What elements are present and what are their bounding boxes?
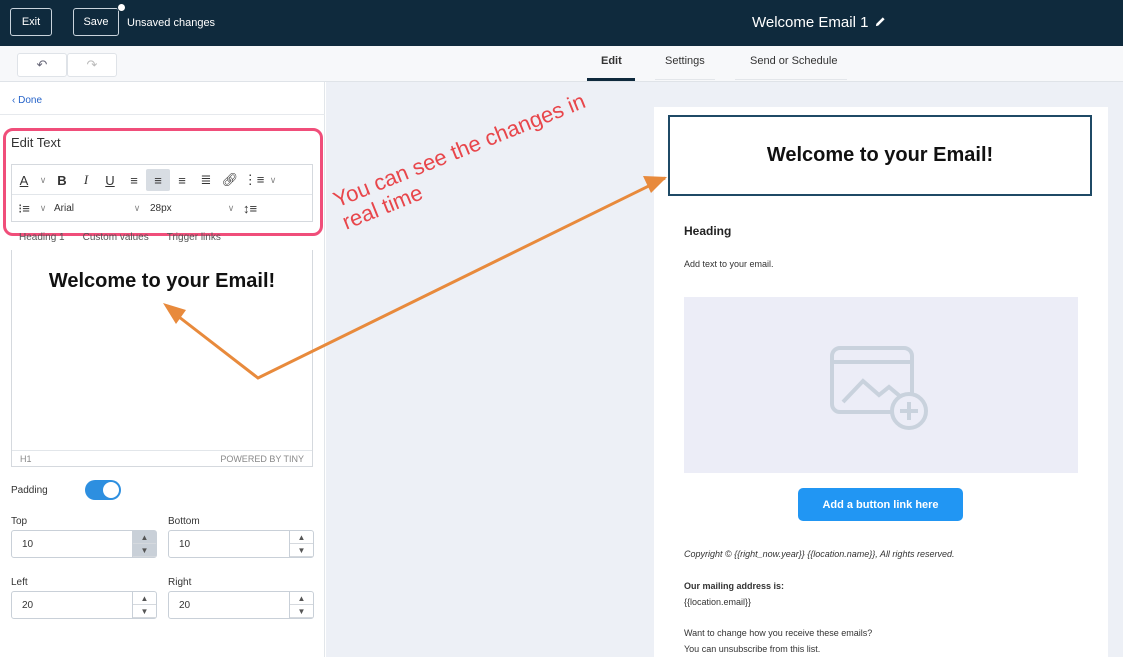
tab-underline bbox=[735, 79, 847, 80]
padding-label: Padding bbox=[11, 485, 48, 496]
chevron-down-icon[interactable]: ▼ bbox=[133, 544, 156, 557]
pencil-icon[interactable] bbox=[875, 14, 886, 31]
change-emails-text: Want to change how you receive these ema… bbox=[684, 628, 873, 638]
done-label: Done bbox=[18, 95, 43, 106]
toolbar-highlight bbox=[3, 128, 323, 236]
editor-menu-row: Heading 1 Custom values Trigger links bbox=[11, 232, 313, 250]
element-path: H1 bbox=[20, 453, 32, 464]
add-image-icon bbox=[830, 346, 928, 430]
email-header-block[interactable]: Welcome to your Email! bbox=[668, 115, 1092, 196]
email-title-text: Welcome Email 1 bbox=[752, 14, 869, 31]
done-link[interactable]: ‹ Done bbox=[12, 95, 42, 106]
padding-top-stepper[interactable]: ▲ ▼ bbox=[132, 531, 156, 557]
format-select[interactable]: Heading 1 bbox=[19, 232, 65, 250]
padding-left-input[interactable]: 20 ▲ ▼ bbox=[11, 591, 157, 619]
undo-button[interactable]: ↶ bbox=[17, 53, 67, 77]
left-panel: ‹ Done Edit Text A ∨ B I U ≡ ≡ ≡ ≣ 🔗︎ ⋮≡… bbox=[0, 82, 325, 657]
chevron-up-icon[interactable]: ▲ bbox=[133, 592, 156, 605]
right-label: Right bbox=[168, 577, 192, 588]
trigger-links-select[interactable]: Trigger links bbox=[167, 232, 221, 250]
email-title[interactable]: Welcome Email 1 bbox=[752, 14, 886, 31]
undo-icon: ↶ bbox=[36, 57, 48, 72]
padding-right-input[interactable]: 20 ▲ ▼ bbox=[168, 591, 314, 619]
tab-underline bbox=[655, 79, 715, 80]
email-heading[interactable]: Heading bbox=[684, 224, 731, 238]
chevron-down-icon[interactable]: ▼ bbox=[290, 544, 313, 557]
redo-button[interactable]: ↷ bbox=[67, 53, 117, 77]
tab-settings[interactable]: Settings bbox=[665, 55, 705, 67]
padding-bottom-value: 10 bbox=[179, 538, 191, 550]
powered-by: POWERED BY TINY bbox=[220, 453, 304, 464]
editor-statusbar: H1 POWERED BY TINY bbox=[12, 450, 312, 466]
copyright-text[interactable]: Copyright © {{right_now.year}} {{locatio… bbox=[684, 549, 954, 559]
padding-top-input[interactable]: 10 ▲ ▼ bbox=[11, 530, 157, 558]
tab-send-or-schedule[interactable]: Send or Schedule bbox=[750, 55, 837, 67]
image-placeholder[interactable] bbox=[684, 297, 1078, 473]
exit-button[interactable]: Exit bbox=[10, 8, 52, 36]
chevron-up-icon[interactable]: ▲ bbox=[290, 531, 313, 544]
save-button[interactable]: Save bbox=[73, 8, 119, 36]
custom-values-select[interactable]: Custom values bbox=[83, 232, 149, 250]
padding-bottom-input[interactable]: 10 ▲ ▼ bbox=[168, 530, 314, 558]
chevron-down-icon[interactable]: ▼ bbox=[290, 605, 313, 618]
tab-edit[interactable]: Edit bbox=[601, 55, 622, 67]
chevron-up-icon[interactable]: ▲ bbox=[133, 531, 156, 544]
padding-right-value: 20 bbox=[179, 599, 191, 611]
redo-icon: ↷ bbox=[86, 57, 98, 72]
divider bbox=[0, 114, 325, 115]
unsubscribe-text[interactable]: You can unsubscribe from this list. bbox=[684, 644, 820, 654]
left-label: Left bbox=[11, 577, 28, 588]
unsaved-status: Unsaved changes bbox=[127, 17, 216, 29]
editor-subbar: ↶ ↷ Edit Settings Send or Schedule bbox=[0, 46, 1123, 82]
padding-left-stepper[interactable]: ▲ ▼ bbox=[132, 592, 156, 618]
padding-top-value: 10 bbox=[22, 538, 34, 550]
rich-text-editor[interactable]: Welcome to your Email! H1 POWERED BY TIN… bbox=[11, 250, 313, 467]
padding-toggle[interactable] bbox=[85, 480, 121, 500]
mailing-address-label: Our mailing address is: bbox=[684, 581, 785, 591]
toggle-knob bbox=[103, 482, 119, 498]
unsaved-dot bbox=[117, 3, 126, 12]
active-tab-indicator bbox=[587, 78, 635, 81]
chevron-up-icon[interactable]: ▲ bbox=[290, 592, 313, 605]
mailing-address-value: {{location.email}} bbox=[684, 597, 752, 607]
bottom-label: Bottom bbox=[168, 516, 200, 527]
email-text[interactable]: Add text to your email. bbox=[684, 259, 774, 269]
padding-bottom-stepper[interactable]: ▲ ▼ bbox=[289, 531, 313, 557]
top-label: Top bbox=[11, 516, 28, 527]
padding-right-stepper[interactable]: ▲ ▼ bbox=[289, 592, 313, 618]
top-bar: Exit Save Unsaved changes Welcome Email … bbox=[0, 0, 1123, 46]
padding-left-value: 20 bbox=[22, 599, 34, 611]
email-cta-button[interactable]: Add a button link here bbox=[798, 488, 963, 521]
editor-heading-text[interactable]: Welcome to your Email! bbox=[12, 270, 312, 293]
chevron-down-icon[interactable]: ▼ bbox=[133, 605, 156, 618]
